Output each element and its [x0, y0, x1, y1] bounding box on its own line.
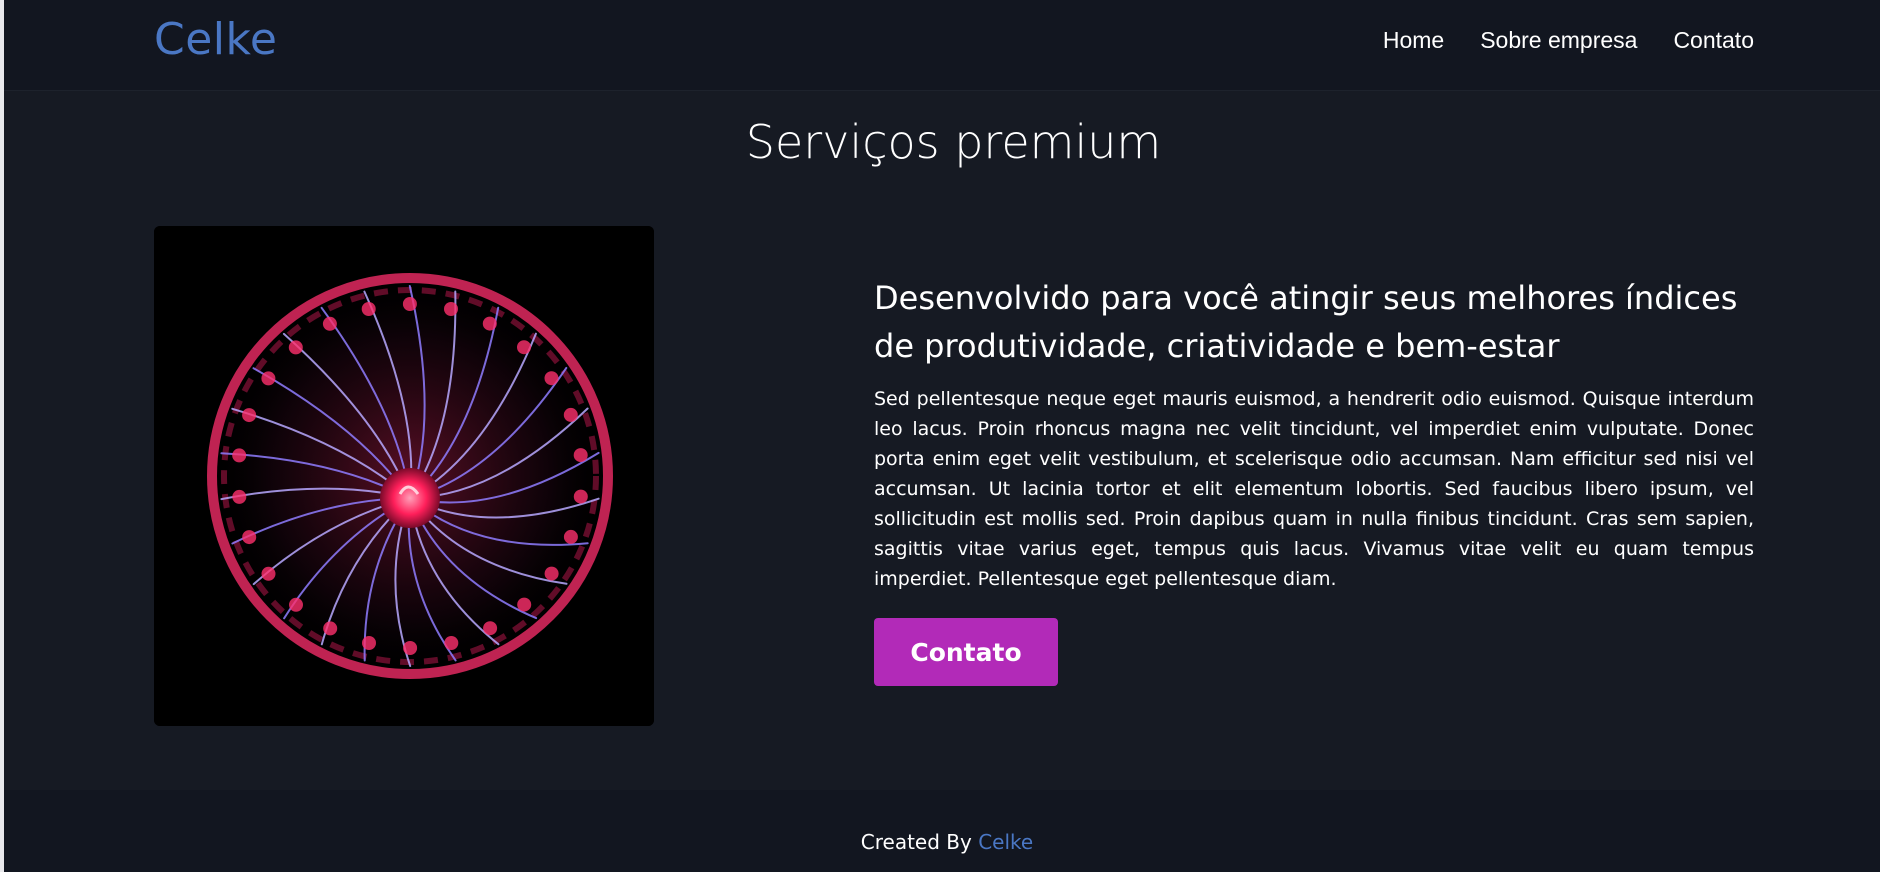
plasma-spark [261, 566, 276, 581]
main-nav: Home Sobre empresa Contato [1383, 27, 1754, 54]
nav-contato[interactable]: Contato [1673, 27, 1754, 54]
plasma-spark [444, 636, 459, 650]
nav-sobre-empresa[interactable]: Sobre empresa [1480, 27, 1637, 54]
content-paragraph: Sed pellentesque neque eget mauris euism… [874, 388, 1754, 590]
plasma-spark [288, 340, 303, 355]
plasma-spark [517, 340, 531, 355]
plasma-spark [544, 566, 559, 581]
plasma-spark [573, 489, 588, 504]
plasma-ball-icon [154, 226, 654, 726]
plasma-spark [242, 408, 257, 423]
plasma-spark [232, 489, 247, 504]
plasma-spark [402, 297, 417, 311]
contato-button[interactable]: Contato [874, 618, 1058, 686]
plasma-spark [403, 641, 418, 655]
plasma-spark [362, 636, 376, 650]
plasma-spark [261, 371, 276, 386]
plasma-spark [573, 448, 588, 463]
content-heading: Desenvolvido para você atingir seus melh… [874, 279, 1738, 365]
footer-prefix: Created By [860, 830, 972, 854]
logo[interactable]: Celke [154, 14, 278, 65]
page: Celke Home Sobre empresa Contato Serviço… [0, 0, 1880, 872]
plasma-spark [322, 316, 337, 331]
plasma-spark [563, 407, 578, 422]
plasma-spark [242, 530, 257, 545]
plasma-spark [483, 621, 498, 636]
plasma-spark [544, 371, 559, 386]
plasma-spark [232, 448, 247, 463]
footer-credit: Created By Celke [4, 830, 1880, 854]
plasma-spark [517, 597, 532, 612]
footer-celke-link[interactable]: Celke [978, 830, 1033, 854]
plasma-spark [289, 597, 303, 612]
plasma-spark [444, 302, 458, 316]
content-block: Desenvolvido para você atingir seus melh… [874, 274, 1754, 686]
plasma-spark [323, 621, 338, 636]
plasma-spark [563, 529, 578, 544]
section-title: Serviços premium [745, 115, 1162, 169]
site-header: Celke Home Sobre empresa Contato [4, 0, 1880, 91]
site-footer: Created By Celke [4, 790, 1880, 872]
plasma-ball-image [154, 226, 654, 726]
nav-home[interactable]: Home [1383, 27, 1444, 54]
plasma-spark [482, 316, 497, 331]
plasma-spark [361, 302, 376, 316]
